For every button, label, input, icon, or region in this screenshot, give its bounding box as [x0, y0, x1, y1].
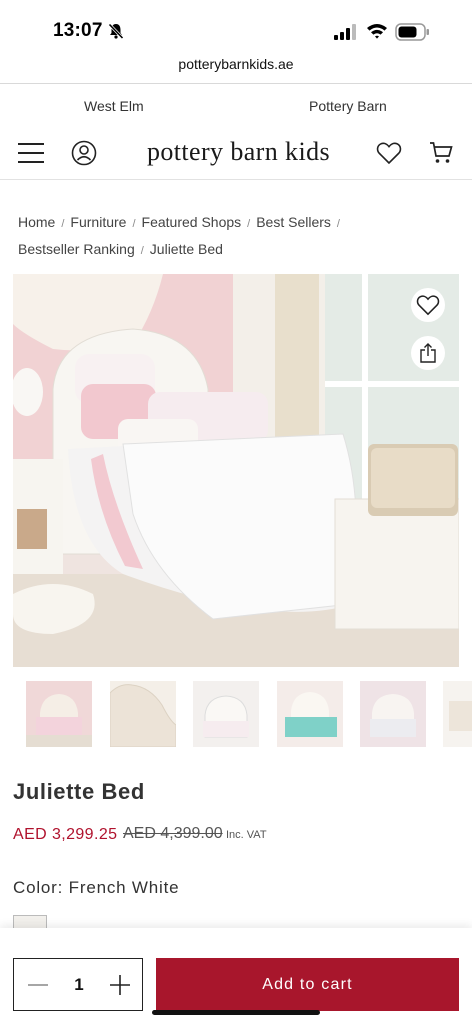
breadcrumb-current: Juliette Bed — [149, 241, 223, 257]
battery-icon — [395, 23, 429, 41]
vat-note: Inc. VAT — [226, 829, 267, 841]
thumbnail-5[interactable] — [360, 681, 426, 747]
menu-icon[interactable] — [17, 141, 45, 165]
status-time: 13:07 — [53, 20, 103, 41]
add-to-cart-button[interactable]: Add to cart — [156, 958, 459, 1011]
breadcrumb-best-sellers[interactable]: Best Sellers — [256, 210, 331, 235]
share-button[interactable] — [411, 336, 445, 370]
quantity-value[interactable]: 1 — [69, 975, 89, 995]
wifi-icon — [367, 24, 387, 39]
sale-price: AED 3,299.25 — [13, 826, 118, 843]
thumbnail-1[interactable] — [26, 681, 92, 747]
thumbnail-6[interactable] — [443, 681, 472, 747]
cart-icon[interactable] — [429, 141, 453, 165]
thumbnail-3[interactable] — [193, 681, 259, 747]
breadcrumb-featured-shops[interactable]: Featured Shops — [142, 210, 242, 235]
thumbnail-detail-image — [443, 681, 472, 747]
thumbnail-bed-pink-image — [26, 681, 92, 747]
breadcrumb-furniture[interactable]: Furniture — [70, 210, 126, 235]
url-text: potterybarnkids.ae — [178, 56, 294, 72]
breadcrumb-separator-icon: / — [132, 218, 136, 230]
share-icon — [420, 343, 436, 363]
site-header: pottery barn kids — [0, 128, 472, 180]
thumbnail-strip — [26, 681, 472, 747]
heart-icon — [416, 295, 440, 316]
add-to-cart-bar: 1 Add to cart — [0, 928, 472, 1024]
original-price: AED 4,399.00 — [123, 825, 223, 842]
brand-link-pottery-barn[interactable]: Pottery Barn — [309, 98, 387, 114]
bedroom-scene-image — [13, 274, 459, 667]
thumbnail-headboard-detail-image — [110, 681, 176, 747]
account-icon[interactable] — [71, 140, 97, 166]
thumbnail-bed-white-image — [193, 681, 259, 747]
color-label: Color: French White — [13, 878, 180, 897]
favorite-button[interactable] — [411, 288, 445, 322]
thumbnail-2[interactable] — [110, 681, 176, 747]
heart-icon[interactable] — [376, 141, 402, 165]
brand-link-west-elm[interactable]: West Elm — [84, 98, 144, 114]
bell-muted-icon — [108, 23, 124, 40]
home-indicator — [152, 1010, 320, 1015]
product-title: Juliette Bed — [13, 779, 145, 804]
price-row: AED 3,299.25 AED 4,399.00 Inc. VAT — [13, 825, 453, 847]
brand-switcher: West Elm Pottery Barn — [0, 84, 472, 128]
status-bar: 13:07 — [0, 0, 472, 52]
thumbnail-4[interactable] — [277, 681, 343, 747]
breadcrumb-separator-icon: / — [336, 218, 340, 230]
quantity-stepper: 1 — [13, 958, 143, 1011]
breadcrumb: Home / Furniture / Featured Shops / Best Selle… — [18, 210, 458, 264]
product-image[interactable] — [13, 274, 459, 667]
breadcrumb-home[interactable]: Home — [18, 210, 55, 235]
color-swatch-french-white[interactable] — [13, 915, 47, 929]
cellular-signal-icon — [334, 24, 356, 40]
thumbnail-bed-lavender-image — [360, 681, 426, 747]
minus-icon[interactable] — [26, 973, 50, 997]
breadcrumb-separator-icon: / — [61, 218, 65, 230]
breadcrumb-separator-icon: / — [247, 218, 251, 230]
thumbnail-bed-aqua-image — [277, 681, 343, 747]
plus-icon[interactable] — [108, 973, 132, 997]
url-bar[interactable]: potterybarnkids.ae — [0, 56, 472, 82]
breadcrumb-bestseller-ranking[interactable]: Bestseller Ranking — [18, 237, 135, 262]
site-logo[interactable]: pottery barn kids — [147, 137, 330, 167]
breadcrumb-separator-icon: / — [140, 245, 144, 257]
